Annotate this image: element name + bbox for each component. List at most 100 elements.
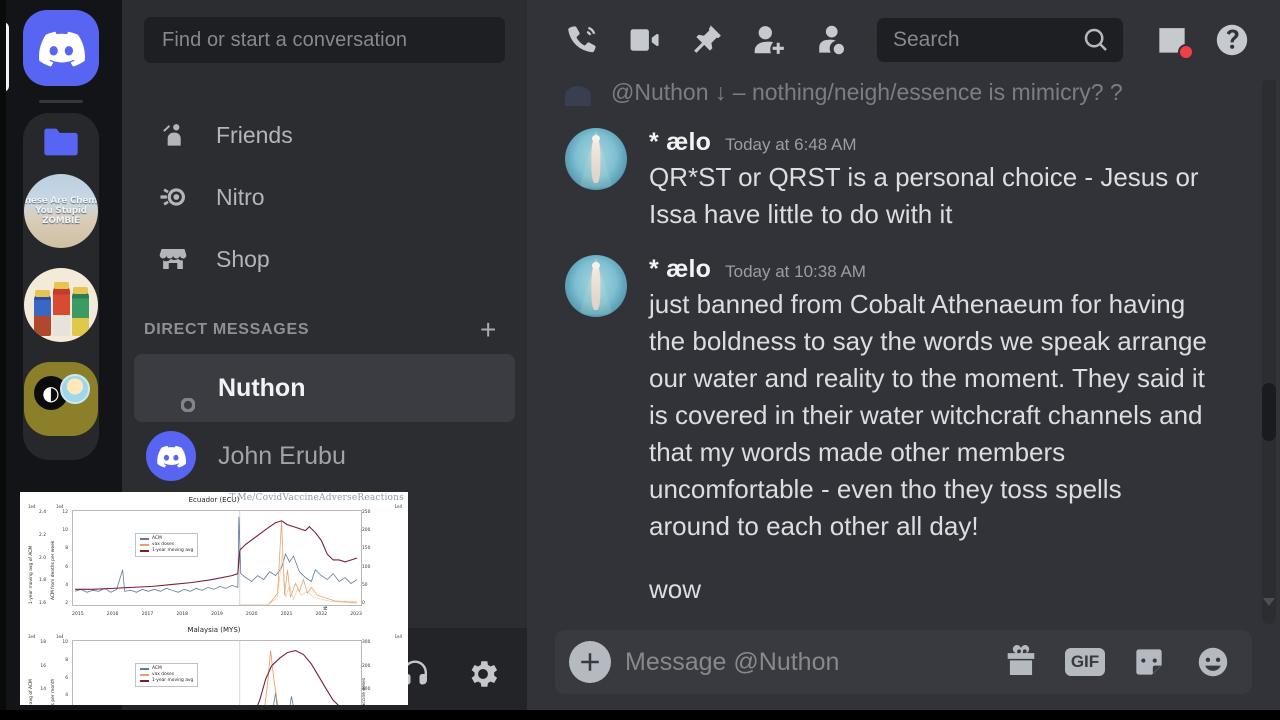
ytick: 10	[62, 528, 68, 534]
ytick: 4	[65, 693, 68, 699]
avatar[interactable]	[565, 128, 627, 190]
xtick: 2018	[176, 612, 189, 617]
gif-icon[interactable]: GIF	[1064, 641, 1106, 683]
inbox-icon[interactable]	[1145, 16, 1199, 64]
call-icon[interactable]	[555, 16, 609, 64]
find-conversation-input[interactable]: Find or start a conversation	[144, 17, 505, 63]
home-button[interactable]	[23, 10, 99, 86]
search-input[interactable]: Search	[877, 18, 1123, 62]
server-avatar-zombie[interactable]: hese Are Chem You Stupid ZOMBIE	[24, 174, 98, 248]
discord-logo-icon	[39, 31, 85, 67]
dm-section-header: DIRECT MESSAGES +	[122, 290, 527, 354]
message-author[interactable]: * ælo	[649, 255, 711, 284]
jump-to-present-icon[interactable]	[1263, 598, 1275, 606]
message-item: * ælo Today at 10:38 AM just banned from…	[555, 233, 1252, 545]
dm-row-john-erubu-label: John Erubu	[218, 441, 346, 470]
chart-legend-malaysia: ACM vax doses 1-year moving avg	[135, 663, 199, 687]
window-left-edge	[0, 0, 6, 720]
chart-yticks-outer-ecuador: 2.4 2.2 2.0 1.8 1.6	[30, 510, 46, 606]
ytick: 200	[362, 663, 371, 669]
chart-yticks-right-malaysia: 300 200 100 0	[362, 640, 380, 705]
server-folder[interactable]: hese Are Chem You Stupid ZOMBIE ◐	[23, 113, 99, 460]
ytick: 0	[362, 600, 365, 606]
add-friend-icon[interactable]	[741, 16, 795, 64]
chart-exp-right-ecuador: 1e4	[394, 504, 402, 509]
sidebar-item-friends[interactable]: Friends	[134, 104, 515, 166]
dm-search-container: Find or start a conversation	[122, 0, 527, 80]
message-author[interactable]: * ælo	[649, 128, 711, 157]
ytick: 100	[362, 564, 371, 570]
video-icon[interactable]	[617, 16, 671, 64]
server-avatar-three-kings[interactable]	[24, 268, 98, 342]
olive-badge-right	[60, 374, 90, 404]
help-icon[interactable]	[1205, 16, 1259, 64]
chart-exp-mid-ecuador: 1e4	[56, 504, 64, 509]
composer-container: Message @Nuthon GIF	[527, 622, 1280, 720]
dm-row-nuthon-label: Nuthon	[218, 373, 306, 402]
message-text: QR*ST or QRST is a personal choice - Jes…	[649, 162, 1199, 229]
message-scrollbar[interactable]	[1262, 78, 1276, 624]
ytick: 2.4	[39, 510, 46, 515]
create-dm-button[interactable]: +	[480, 316, 497, 344]
ytick: 10	[62, 640, 68, 645]
server-avatar-olive[interactable]: ◐	[24, 362, 98, 436]
dm-list: Nuthon John Erubu	[122, 354, 527, 490]
xtick: 2020	[245, 612, 258, 617]
shop-icon	[156, 242, 190, 276]
dm-section-title: DIRECT MESSAGES	[144, 321, 310, 338]
ytick: 6	[65, 675, 68, 681]
xtick: 2015	[72, 612, 84, 617]
message-composer[interactable]: Message @Nuthon GIF	[555, 630, 1252, 694]
sticker-icon[interactable]	[1128, 641, 1170, 683]
ytick: 2.2	[39, 532, 46, 538]
dm-row-john-erubu[interactable]: John Erubu	[134, 422, 515, 490]
ytick: 8	[65, 546, 68, 552]
xtick: 2022	[315, 612, 328, 617]
nitro-icon	[156, 180, 190, 214]
sidebar-item-shop[interactable]: Shop	[134, 228, 515, 290]
scrollbar-thumb[interactable]	[1262, 383, 1276, 441]
pin-icon[interactable]	[679, 16, 733, 64]
avatar	[565, 86, 591, 106]
sidebar-item-friends-label: Friends	[216, 121, 293, 148]
status-badge	[177, 394, 199, 416]
ytick: 14	[40, 687, 46, 693]
dm-row-nuthon[interactable]: Nuthon	[134, 354, 515, 422]
ytick: 300	[362, 640, 371, 645]
chart-exp-mid-malaysia: 1e4	[56, 634, 64, 639]
attach-icon[interactable]	[569, 641, 611, 683]
ytick: 1.8	[39, 578, 46, 584]
message-cutoff-text: @Nuthon ↓ – nothing/neigh/essence is mim…	[611, 80, 1123, 105]
ytick: 150	[362, 546, 371, 552]
chart-panel-ecuador: Ecuador (ECU) 1e4 1e4 1e4 1-year moving …	[20, 492, 408, 622]
sidebar-item-shop-label: Shop	[216, 245, 270, 272]
gift-icon[interactable]	[1000, 641, 1042, 683]
message-list: @Nuthon ↓ – nothing/neigh/essence is mim…	[527, 80, 1280, 622]
ytick: 50	[362, 582, 368, 588]
ytick: 12	[62, 510, 68, 515]
folder-icon	[39, 122, 83, 162]
chart-plot-malaysia: ACM vax doses 1-year moving avg	[72, 640, 362, 705]
chart-exp-left-ecuador: 1e4	[28, 504, 36, 509]
emoji-icon[interactable]	[1192, 641, 1234, 683]
letterbox-bottom	[0, 710, 1280, 720]
message-input[interactable]: Message @Nuthon	[625, 648, 986, 677]
legend-item: 1-year moving avg	[152, 678, 194, 683]
chart-legend-ecuador: ACM vax doses 1-year moving avg	[135, 533, 199, 557]
gif-label: GIF	[1064, 648, 1106, 676]
message-item: * ælo Today at 6:48 AM QR*ST or QRST is …	[555, 106, 1252, 233]
gear-icon[interactable]	[463, 654, 503, 694]
search-icon	[1081, 25, 1111, 55]
sidebar-item-nitro[interactable]: Nitro	[134, 166, 515, 228]
rail-divider	[39, 100, 83, 103]
chat-area: Search @Nuthon ↓ – nothing/neigh/essence…	[527, 0, 1280, 720]
profile-icon[interactable]	[803, 16, 857, 64]
xtick: 2019	[211, 612, 223, 617]
chart-exp-right-malaysia: 1e4	[394, 634, 402, 639]
xtick: 2016	[106, 612, 119, 617]
composer-buttons: GIF	[1000, 641, 1234, 683]
avatar[interactable]	[565, 255, 627, 317]
xtick: 2021	[280, 612, 293, 617]
chart-panel-malaysia: Malaysia (MYS) 1e4 1e4 1e4 moving-avg of…	[20, 622, 408, 705]
chat-header: Search	[527, 0, 1280, 80]
